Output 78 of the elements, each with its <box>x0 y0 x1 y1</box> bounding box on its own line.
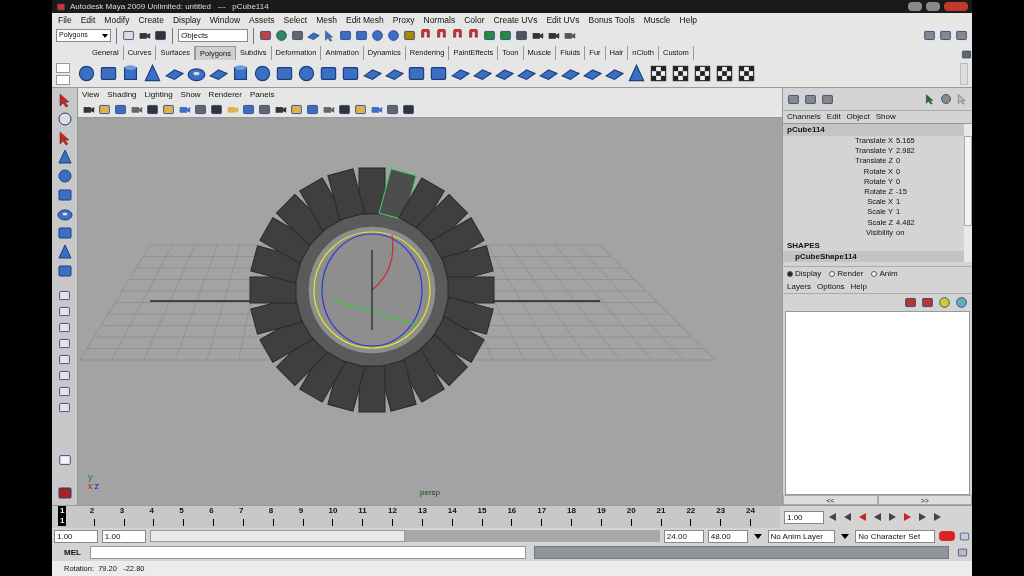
frame-number: 17 <box>537 506 547 516</box>
current-frame-marker: 1 <box>60 516 65 526</box>
command-language-label[interactable]: MEL <box>56 546 82 559</box>
frame-number: 5 <box>179 506 185 516</box>
frame-number: 23 <box>716 506 726 516</box>
playback-end-field[interactable]: 24.00 <box>663 529 704 543</box>
camera-name: persp <box>420 487 440 499</box>
menu-item[interactable]: Edit UVs <box>546 13 580 27</box>
menu-item[interactable]: Help <box>679 13 698 27</box>
viewport-menu-item[interactable]: Show <box>180 88 201 101</box>
axis-label: z <box>94 482 99 491</box>
frame-number: 1 <box>60 506 65 516</box>
channel-box-menu-item[interactable]: Edit <box>826 111 841 123</box>
layer-menu-item[interactable]: Help <box>850 280 868 293</box>
viewport[interactable]: y x z persp <box>78 118 782 505</box>
frame-number: 4 <box>149 506 155 516</box>
menu-item[interactable]: Modify <box>104 13 130 27</box>
frame-number: 8 <box>268 506 274 516</box>
viewport-menu-item[interactable]: Lighting <box>144 88 173 101</box>
frame-number: 2 <box>89 506 95 516</box>
frame-number: 19 <box>596 506 606 516</box>
radio-label: Display <box>795 267 822 280</box>
menu-item[interactable]: Normals <box>423 13 456 27</box>
current-time-field[interactable]: 1.00 <box>784 510 824 524</box>
shapes-heading: SHAPES <box>786 241 821 251</box>
frame-number: 10 <box>328 506 338 516</box>
frame-number: 6 <box>209 506 215 516</box>
viewport-menu-item[interactable]: Shading <box>107 88 137 101</box>
menu-item[interactable]: Display <box>172 13 201 27</box>
selection-mode-field[interactable]: Objects <box>178 29 248 42</box>
viewport-menu-item[interactable]: View <box>82 88 100 101</box>
playback-start-field[interactable]: 1.00 <box>101 529 146 543</box>
frame-number: 13 <box>417 506 427 516</box>
frame-number: 21 <box>656 506 666 516</box>
shape-name[interactable]: pCubeShape114 <box>783 251 964 262</box>
end-time-field[interactable]: 48.00 <box>707 529 748 543</box>
frame-number: 12 <box>388 506 397 516</box>
frame-number: 14 <box>447 506 457 516</box>
radio-label: Render <box>837 267 864 280</box>
viewport-menu-item[interactable]: Panels <box>249 88 275 101</box>
character-set-field[interactable]: No Character Set <box>855 529 936 543</box>
window-title: Autodesk Maya 2009 Unlimited: untitled --- pCube114 <box>70 0 269 13</box>
menu-item[interactable]: Create <box>138 13 164 27</box>
layer-menu-item[interactable]: Options <box>817 280 845 293</box>
axis-label: y <box>88 473 94 482</box>
menu-item[interactable]: Select <box>283 13 308 27</box>
menu-item[interactable]: Proxy <box>392 13 415 27</box>
object-name[interactable]: pCube114 <box>783 124 964 136</box>
menu-item[interactable]: Window <box>209 13 241 27</box>
channel-box-menu-item[interactable]: Show <box>875 111 896 123</box>
menu-item[interactable]: Bonus Tools <box>588 13 635 27</box>
frame-number: 22 <box>686 506 696 516</box>
menu-item[interactable]: Edit <box>80 13 96 27</box>
start-time-field[interactable]: 1.00 <box>54 529 98 543</box>
time-slider[interactable]: 1 1 2 3 4 5 6 7 8 9 10 11 12 13 14 15 16 17 18 19 20 21 22 23 24 <box>52 506 780 528</box>
radio-label: Anim <box>879 267 898 280</box>
anim-layer-field[interactable]: No Anim Layer <box>767 529 836 543</box>
menu-item[interactable]: Mesh <box>316 13 337 27</box>
axis-label: x <box>88 482 93 491</box>
menu-item[interactable]: Assets <box>249 13 275 27</box>
frame-number: 16 <box>507 506 517 516</box>
viewport-menu-item[interactable]: Renderer <box>208 88 242 101</box>
frame-number: 20 <box>626 506 636 516</box>
layer-menu-item[interactable]: Layers <box>787 280 811 293</box>
frame-number: 9 <box>298 506 304 516</box>
menu-item[interactable]: File <box>58 13 72 27</box>
frame-number: 3 <box>119 506 125 516</box>
channel-box-menu-item[interactable]: Object <box>846 111 870 123</box>
frame-number: 18 <box>567 506 576 516</box>
channel-box-menu-item[interactable]: Channels <box>787 111 821 123</box>
frame-number: 24 <box>746 506 755 516</box>
menu-item[interactable]: Muscle <box>643 13 671 27</box>
menu-item[interactable]: Create UVs <box>493 13 538 27</box>
menu-item[interactable]: Edit Mesh <box>345 13 384 27</box>
frame-number: 7 <box>238 506 244 516</box>
frame-number: 11 <box>358 506 367 516</box>
frame-number: 15 <box>477 506 487 516</box>
menu-item[interactable]: Color <box>464 13 485 27</box>
